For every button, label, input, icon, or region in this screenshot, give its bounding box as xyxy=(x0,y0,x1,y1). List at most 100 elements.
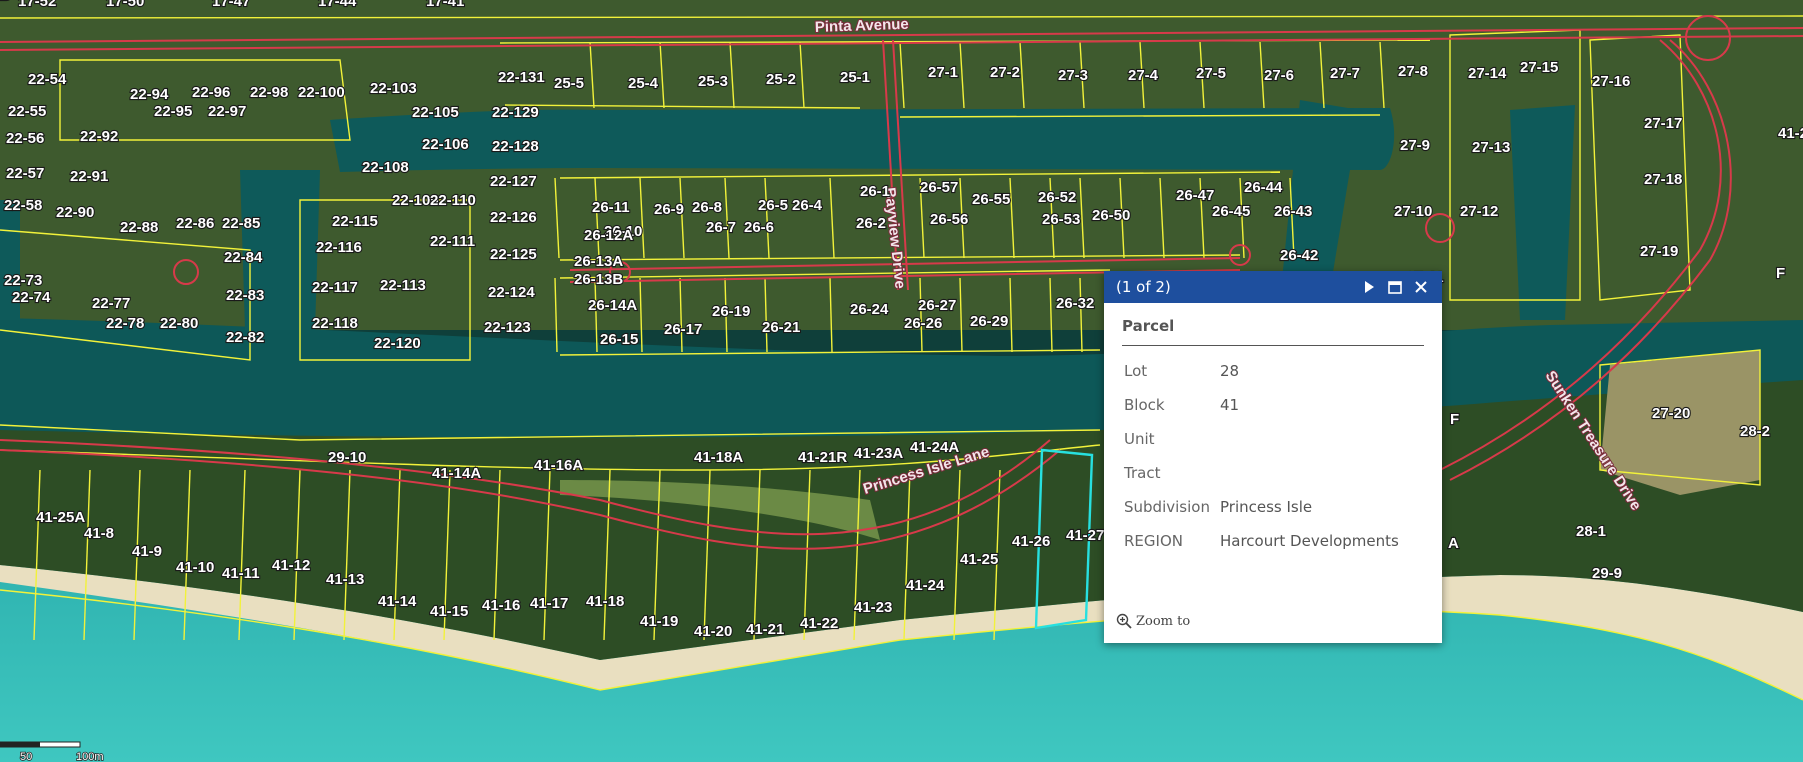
parcel-label[interactable]: 26-57 xyxy=(919,178,960,197)
parcel-label[interactable]: 27-16 xyxy=(1591,72,1632,91)
parcel-label[interactable]: 22-78 xyxy=(105,314,146,333)
parcel-label[interactable]: 22-118 xyxy=(311,314,359,333)
next-button[interactable] xyxy=(1358,276,1380,298)
parcel-label[interactable]: 22-123 xyxy=(483,318,532,337)
parcel-label[interactable]: 26-27 xyxy=(917,296,958,315)
parcel-label[interactable]: B xyxy=(0,0,12,5)
parcel-label[interactable]: 22-58 xyxy=(3,196,44,215)
parcel-label[interactable]: 41-24 xyxy=(905,576,946,595)
parcel-label[interactable]: 26-6 xyxy=(743,218,775,237)
parcel-label[interactable]: 41-21 xyxy=(745,620,786,639)
parcel-label[interactable]: 26-4 xyxy=(791,196,824,215)
parcel-label[interactable]: 41-16 xyxy=(481,596,522,615)
parcel-label[interactable]: 41-21R xyxy=(797,448,849,467)
parcel-label[interactable]: 26-8 xyxy=(691,198,723,217)
parcel-label[interactable]: 22-74 xyxy=(11,288,52,307)
parcel-label[interactable]: 22-110 xyxy=(429,191,477,210)
parcel-label[interactable]: 41-24A xyxy=(909,438,961,457)
parcel-label[interactable]: 22-128 xyxy=(491,137,540,156)
parcel-label[interactable]: 22-113 xyxy=(379,276,427,295)
parcel-label[interactable]: 27-15 xyxy=(1519,58,1560,77)
parcel-label[interactable]: 27-7 xyxy=(1329,64,1361,83)
parcel-label[interactable]: 22-111 xyxy=(429,232,476,251)
parcel-label[interactable]: 41-11 xyxy=(221,564,261,583)
parcel-label[interactable]: 27-10 xyxy=(1393,202,1434,221)
parcel-label[interactable]: F xyxy=(1449,410,1460,429)
parcel-label[interactable]: 26-52 xyxy=(1037,188,1078,207)
parcel-label[interactable]: 26-15 xyxy=(599,330,640,349)
parcel-label[interactable]: 22-95 xyxy=(153,102,194,121)
parcel-label[interactable]: 22-131 xyxy=(497,68,546,87)
parcel-label[interactable]: 22-106 xyxy=(421,135,470,154)
parcel-label[interactable]: 27-9 xyxy=(1399,136,1431,155)
parcel-label[interactable]: 22-80 xyxy=(159,314,200,333)
parcel-label[interactable]: 22-105 xyxy=(411,103,460,122)
parcel-label[interactable]: 29-9 xyxy=(1591,564,1623,583)
parcel-label[interactable]: 22-54 xyxy=(27,70,68,89)
parcel-label[interactable]: 27-12 xyxy=(1459,202,1500,221)
parcel-label[interactable]: 26-43 xyxy=(1273,202,1314,221)
parcel-label[interactable]: 22-115 xyxy=(331,212,379,231)
parcel-label[interactable]: 26-13B xyxy=(573,270,625,289)
parcel-label[interactable]: 22-92 xyxy=(79,127,120,146)
parcel-label[interactable]: 26-26 xyxy=(903,314,944,333)
parcel-label[interactable]: 22-86 xyxy=(175,214,216,233)
parcel-label[interactable]: 22-73 xyxy=(3,271,44,290)
parcel-label[interactable]: 41-28 xyxy=(1777,124,1803,143)
parcel-label[interactable]: 27-2 xyxy=(989,63,1021,82)
parcel-label[interactable]: 22-100 xyxy=(297,83,346,102)
parcel-label[interactable]: F xyxy=(1775,264,1786,283)
parcel-label[interactable]: 26-42 xyxy=(1279,246,1320,265)
parcel-label[interactable]: 27-19 xyxy=(1639,242,1680,261)
parcel-label[interactable]: 22-98 xyxy=(249,83,290,102)
parcel-label[interactable]: 27-17 xyxy=(1643,114,1684,133)
parcel-map[interactable]: Pinta Avenue Bayview Drive Princess Isle… xyxy=(0,0,1803,762)
close-button[interactable] xyxy=(1410,276,1432,298)
parcel-label[interactable]: 41-27 xyxy=(1065,526,1106,545)
parcel-label[interactable]: 27-4 xyxy=(1127,66,1160,85)
parcel-label[interactable]: 22-103 xyxy=(369,79,418,98)
parcel-label[interactable]: 41-13 xyxy=(325,570,366,589)
parcel-label[interactable]: 41-25 xyxy=(959,550,1000,569)
maximize-button[interactable] xyxy=(1384,276,1406,298)
parcel-label[interactable]: 26-7 xyxy=(705,218,737,237)
parcel-label[interactable]: 22-126 xyxy=(489,208,538,227)
parcel-label[interactable]: 41-18 xyxy=(585,592,626,611)
parcel-label[interactable]: 22-90 xyxy=(55,203,96,222)
parcel-label[interactable]: 26-12A xyxy=(583,226,635,245)
parcel-label[interactable]: 41-9 xyxy=(131,542,163,561)
parcel-label[interactable]: 41-14 xyxy=(377,592,418,611)
parcel-label[interactable]: 22-82 xyxy=(225,328,266,347)
parcel-label[interactable]: 41-8 xyxy=(83,524,115,543)
parcel-label[interactable]: 26-17 xyxy=(663,320,704,339)
parcel-label[interactable]: 22-91 xyxy=(69,167,110,186)
parcel-label[interactable]: 26-45 xyxy=(1211,202,1252,221)
parcel-label[interactable]: 41-23A xyxy=(853,444,905,463)
parcel-label[interactable]: 26-56 xyxy=(929,210,970,229)
parcel-label[interactable]: 22-96 xyxy=(191,83,232,102)
parcel-label[interactable]: 41-12 xyxy=(271,556,312,575)
parcel-label[interactable]: 22-85 xyxy=(221,214,262,233)
parcel-label[interactable]: 22-116 xyxy=(315,238,363,257)
parcel-label[interactable]: 41-14A xyxy=(431,464,483,483)
parcel-label[interactable]: 26-32 xyxy=(1055,294,1096,313)
parcel-label[interactable]: 41-16A xyxy=(533,456,585,475)
zoom-to-link[interactable]: Zoom to xyxy=(1116,613,1190,629)
parcel-label[interactable]: 22-83 xyxy=(225,286,266,305)
parcel-label[interactable]: 17-52 xyxy=(17,0,58,11)
parcel-label[interactable]: 22-84 xyxy=(223,248,264,267)
parcel-label[interactable]: 22-55 xyxy=(7,102,48,121)
parcel-label[interactable]: 41-18A xyxy=(693,448,745,467)
parcel-label[interactable]: 22-117 xyxy=(311,278,359,297)
parcel-label[interactable]: 26-29 xyxy=(969,312,1010,331)
parcel-label[interactable]: A xyxy=(1447,534,1460,553)
parcel-label[interactable]: 22-57 xyxy=(5,164,46,183)
parcel-label[interactable]: 27-1 xyxy=(927,63,959,82)
parcel-label[interactable]: 17-44 xyxy=(317,0,358,11)
parcel-label[interactable]: 41-10 xyxy=(175,558,216,577)
parcel-label[interactable]: 41-25A xyxy=(35,508,87,527)
parcel-label[interactable]: 41-15 xyxy=(429,602,470,621)
parcel-label[interactable]: 28-2 xyxy=(1739,422,1771,441)
parcel-label[interactable]: 22-108 xyxy=(361,158,410,177)
parcel-label[interactable]: 26-5 xyxy=(757,196,789,215)
